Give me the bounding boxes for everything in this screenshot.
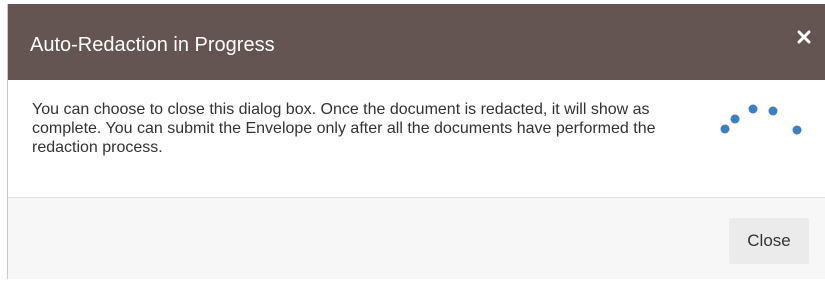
- dialog-body: You can choose to close this dialog box.…: [8, 80, 825, 197]
- dialog-message: You can choose to close this dialog box.…: [32, 101, 656, 156]
- spinner-dot: [768, 106, 778, 116]
- spinner-dots: [720, 104, 802, 135]
- spinner-dot: [720, 124, 730, 134]
- loading-spinner-icon: [714, 98, 804, 138]
- close-x-glyph: [797, 30, 811, 44]
- close-button[interactable]: Close: [729, 218, 809, 264]
- dialog-title: Auto-Redaction in Progress: [30, 34, 275, 56]
- spinner-dot: [748, 104, 758, 114]
- spinner-dot: [730, 114, 740, 124]
- close-icon[interactable]: [793, 26, 815, 48]
- dialog-header: Auto-Redaction in Progress: [8, 4, 825, 80]
- dialog-footer: Close: [8, 198, 825, 279]
- auto-redaction-dialog: Auto-Redaction in Progress You can choos…: [7, 4, 825, 279]
- spinner-dot: [792, 125, 802, 135]
- page: Auto-Redaction in Progress You can choos…: [0, 0, 825, 283]
